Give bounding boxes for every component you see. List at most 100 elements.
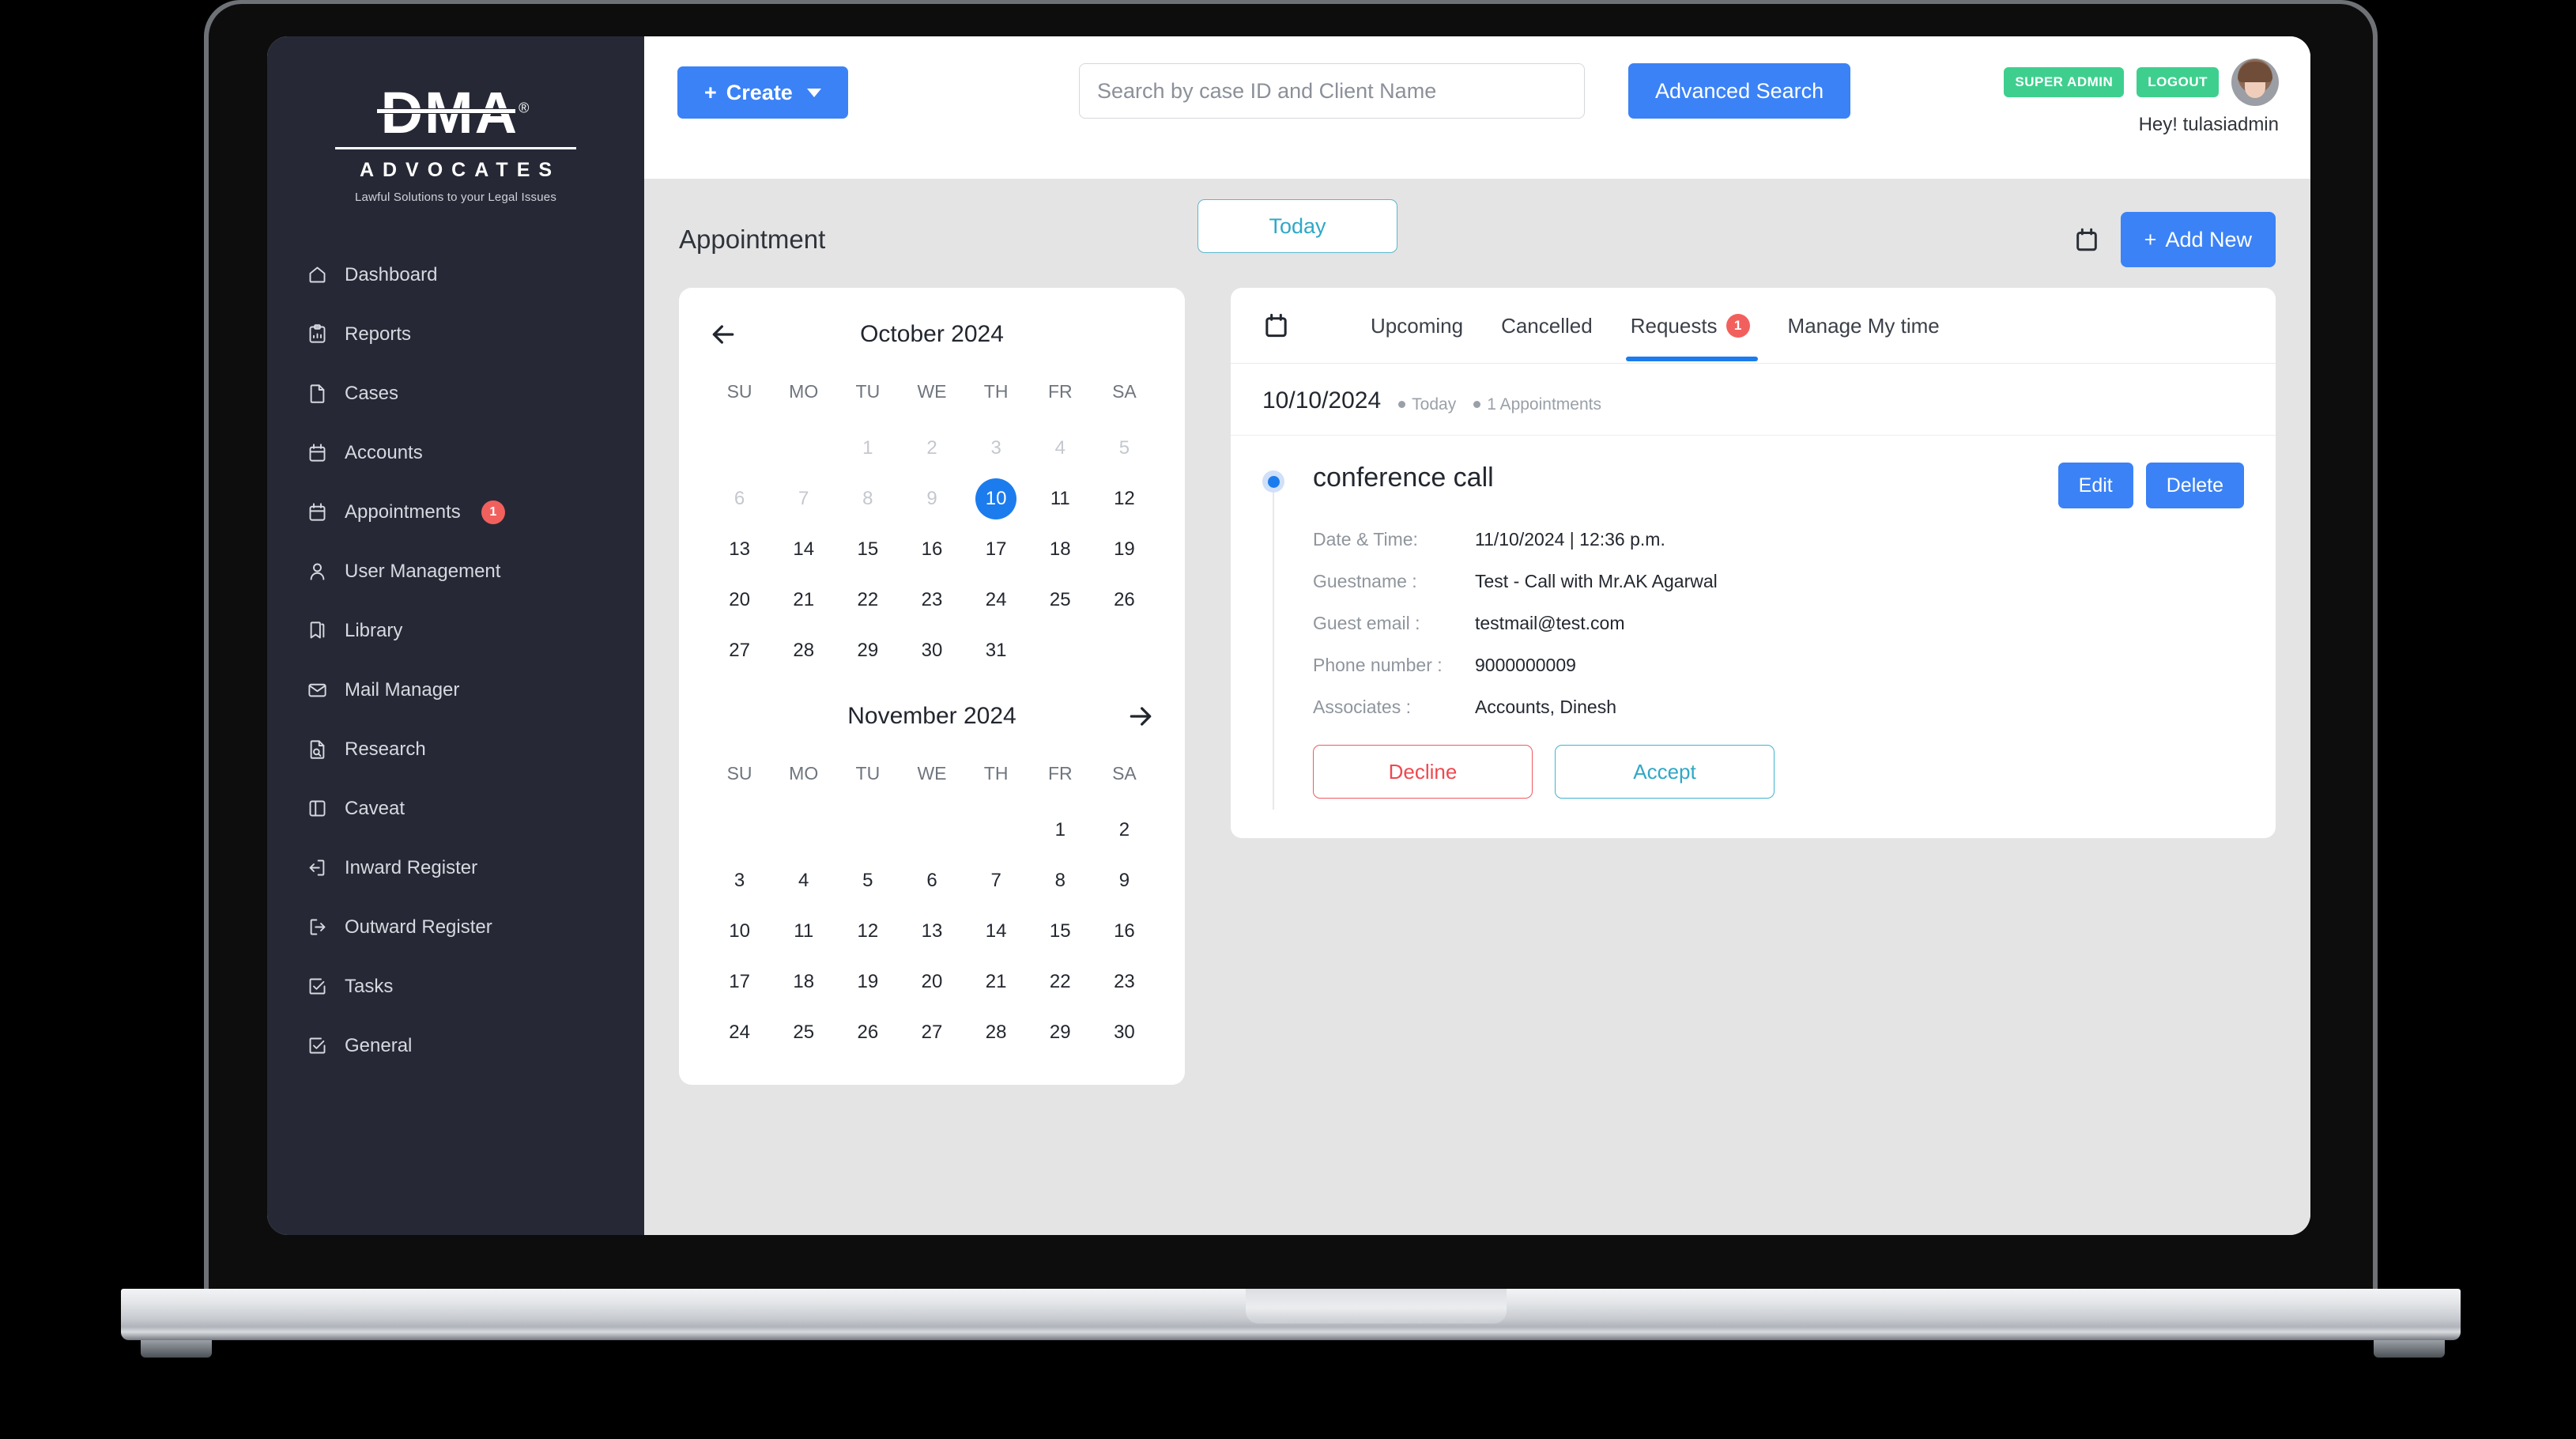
calendar-day-cell[interactable]: 30 <box>900 625 964 676</box>
accept-button[interactable]: Accept <box>1555 745 1775 799</box>
delete-button[interactable]: Delete <box>2145 463 2244 508</box>
calendar-day-cell[interactable]: 7 <box>964 855 1028 906</box>
role-badge[interactable]: SUPER ADMIN <box>2004 67 2125 97</box>
calendar-day-cell[interactable]: 16 <box>900 524 964 575</box>
calendar-day-cell[interactable]: 21 <box>964 957 1028 1007</box>
calendar-day-cell[interactable]: 29 <box>1028 1007 1092 1058</box>
calendar-day-cell[interactable]: 24 <box>707 1007 771 1058</box>
calendar-day-cell[interactable]: 27 <box>707 625 771 676</box>
calendar-day-cell[interactable]: 22 <box>835 575 900 625</box>
today-button[interactable]: Today <box>1197 199 1397 253</box>
calendar-day-cell[interactable]: 16 <box>1092 906 1156 957</box>
calendar-day-cell[interactable]: 26 <box>835 1007 900 1058</box>
calendar-day-cell[interactable]: 5 <box>835 855 900 906</box>
calendar-day-cell[interactable]: 29 <box>835 625 900 676</box>
chevron-down-icon <box>806 88 821 97</box>
calendar-day-cell[interactable]: 5 <box>1092 423 1156 474</box>
calendar-day-cell[interactable]: 20 <box>900 957 964 1007</box>
add-new-button[interactable]: + Add New <box>2120 212 2276 267</box>
calendar-day-cell[interactable]: 11 <box>771 906 835 957</box>
calendar-day-cell[interactable]: 21 <box>771 575 835 625</box>
calendar-day-cell[interactable]: 15 <box>835 524 900 575</box>
calendar-day-cell[interactable]: 12 <box>1092 474 1156 524</box>
calendar-day-cell[interactable]: 23 <box>900 575 964 625</box>
calendar-day-cell[interactable]: 8 <box>835 474 900 524</box>
calendar-day-cell[interactable]: 20 <box>707 575 771 625</box>
calendar-day-cell[interactable]: 10 <box>964 474 1028 524</box>
calendar-icon[interactable] <box>1262 312 1290 339</box>
calendar-day-cell[interactable]: 19 <box>835 957 900 1007</box>
sidebar-item-tasks[interactable]: Tasks <box>267 957 644 1016</box>
tab-requests[interactable]: Requests 1 <box>1612 290 1769 361</box>
calendar-day-cell[interactable]: 24 <box>964 575 1028 625</box>
calendar-day-cell[interactable]: 13 <box>900 906 964 957</box>
tab-cancelled[interactable]: Cancelled <box>1482 290 1612 361</box>
sidebar-item-general[interactable]: General <box>267 1016 644 1075</box>
calendar-day-cell[interactable]: 19 <box>1092 524 1156 575</box>
calendar-day-cell[interactable]: 17 <box>964 524 1028 575</box>
sidebar-item-dashboard[interactable]: Dashboard <box>267 245 644 304</box>
calendar-day-cell[interactable]: 4 <box>771 855 835 906</box>
field-label: Guestname : <box>1313 571 1417 591</box>
calendar-day-cell[interactable]: 18 <box>771 957 835 1007</box>
sidebar-item-mail-manager[interactable]: Mail Manager <box>267 660 644 720</box>
avatar[interactable] <box>2231 59 2279 106</box>
field-value: 9000000009 <box>1475 655 1576 675</box>
calendar-day-cell[interactable]: 17 <box>707 957 771 1007</box>
tab-manage-my-time[interactable]: Manage My time <box>1769 290 1959 361</box>
sidebar-item-caveat[interactable]: Caveat <box>267 779 644 838</box>
arrow-right-icon[interactable] <box>1125 701 1156 732</box>
calendar-day-cell[interactable]: 28 <box>964 1007 1028 1058</box>
edit-button[interactable]: Edit <box>2057 463 2133 508</box>
field-label: Phone number : <box>1313 655 1443 675</box>
calendar-day-cell[interactable]: 3 <box>707 855 771 906</box>
calendar-day-cell[interactable]: 8 <box>1028 855 1092 906</box>
calendar-day-cell[interactable]: 25 <box>771 1007 835 1058</box>
calendar-icon[interactable] <box>2073 226 2100 253</box>
calendar-day-cell[interactable]: 31 <box>964 625 1028 676</box>
calendar-day-cell[interactable]: 11 <box>1028 474 1092 524</box>
calendar-day-cell[interactable]: 14 <box>771 524 835 575</box>
decline-button[interactable]: Decline <box>1313 745 1533 799</box>
calendar-day-cell[interactable]: 9 <box>1092 855 1156 906</box>
calendar-day-cell[interactable]: 22 <box>1028 957 1092 1007</box>
calendar-day-cell[interactable]: 4 <box>1028 423 1092 474</box>
calendar-day-cell[interactable]: 1 <box>835 423 900 474</box>
calendar-day-cell[interactable]: 12 <box>835 906 900 957</box>
calendar-day-cell[interactable]: 27 <box>900 1007 964 1058</box>
sidebar-item-cases[interactable]: Cases <box>267 364 644 423</box>
sidebar-item-label: Mail Manager <box>345 678 460 701</box>
calendar-day-cell[interactable]: 26 <box>1092 575 1156 625</box>
calendar-day-cell[interactable]: 13 <box>707 524 771 575</box>
calendar-day-cell[interactable]: 7 <box>771 474 835 524</box>
calendar-day-cell[interactable]: 23 <box>1092 957 1156 1007</box>
calendar-day-cell[interactable]: 6 <box>900 855 964 906</box>
sidebar-item-reports[interactable]: Reports <box>267 304 644 364</box>
advanced-search-button[interactable]: Advanced Search <box>1628 63 1851 119</box>
logout-button[interactable]: LOGOUT <box>2137 67 2219 97</box>
sidebar-item-user-management[interactable]: User Management <box>267 542 644 601</box>
sidebar-item-appointments[interactable]: Appointments 1 <box>267 482 644 542</box>
arrow-left-icon[interactable] <box>707 319 739 350</box>
calendar-day-cell[interactable]: 18 <box>1028 524 1092 575</box>
calendar-day-cell[interactable]: 6 <box>707 474 771 524</box>
sidebar-item-accounts[interactable]: Accounts <box>267 423 644 482</box>
calendar-day-cell[interactable]: 9 <box>900 474 964 524</box>
calendar-day-cell[interactable]: 15 <box>1028 906 1092 957</box>
calendar-day-cell[interactable]: 30 <box>1092 1007 1156 1058</box>
sidebar-item-outward-register[interactable]: Outward Register <box>267 897 644 957</box>
calendar-day-cell[interactable]: 1 <box>1028 805 1092 855</box>
calendar-day-cell[interactable]: 14 <box>964 906 1028 957</box>
calendar-day-cell[interactable]: 2 <box>900 423 964 474</box>
search-input[interactable] <box>1079 63 1585 119</box>
sidebar-item-library[interactable]: Library <box>267 601 644 660</box>
calendar-day-cell[interactable]: 25 <box>1028 575 1092 625</box>
calendar-day-cell[interactable]: 28 <box>771 625 835 676</box>
calendar-day-cell[interactable]: 10 <box>707 906 771 957</box>
sidebar-item-inward-register[interactable]: Inward Register <box>267 838 644 897</box>
calendar-day-cell[interactable]: 3 <box>964 423 1028 474</box>
tab-upcoming[interactable]: Upcoming <box>1352 290 1482 361</box>
sidebar-item-research[interactable]: Research <box>267 720 644 779</box>
calendar-day-cell[interactable]: 2 <box>1092 805 1156 855</box>
create-button[interactable]: + Create <box>677 66 848 119</box>
